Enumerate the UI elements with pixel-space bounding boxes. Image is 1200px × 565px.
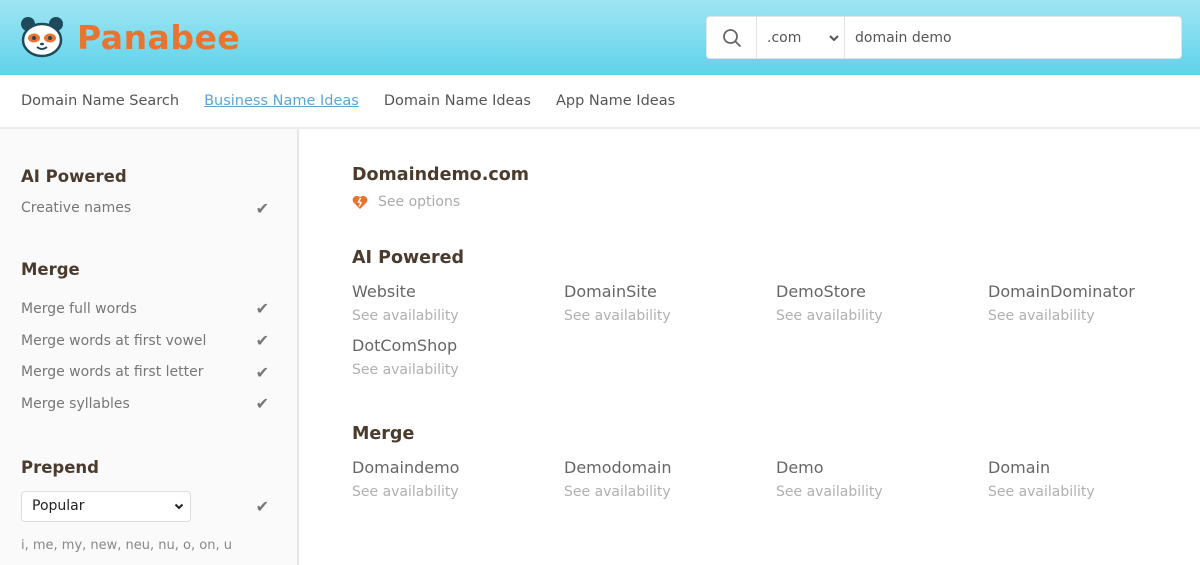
tab-domain-name-ideas[interactable]: Domain Name Ideas [384, 93, 531, 109]
tab-domain-name-search[interactable]: Domain Name Search [21, 93, 179, 109]
option-label: Merge full words [21, 300, 137, 317]
tld-value: .com [767, 29, 802, 46]
see-availability-link[interactable]: See availability [352, 484, 564, 500]
search-button[interactable] [707, 17, 757, 58]
option-label: Merge syllables [21, 395, 130, 412]
tab-business-name-ideas[interactable]: Business Name Ideas [204, 93, 359, 109]
name-card: Website See availability [352, 282, 564, 324]
name-text: DomainSite [564, 282, 657, 301]
check-icon: ✔ [255, 394, 269, 414]
name-card: Domain See availability [988, 458, 1200, 500]
panda-logo-icon [21, 17, 63, 58]
see-availability-link[interactable]: See availability [988, 484, 1200, 500]
name-text: Website [352, 282, 416, 301]
option-label: Creative names [21, 200, 132, 216]
search-bar: .com [706, 16, 1182, 59]
name-card: Demodomain See availability [564, 458, 776, 500]
see-availability-link[interactable]: See availability [564, 308, 776, 324]
see-options-label: See options [378, 194, 461, 210]
header: Panabee .com [0, 0, 1200, 75]
check-icon: ✔ [255, 299, 269, 319]
name-text: Domaindemo [352, 458, 460, 477]
name-text: DomainDominator [988, 282, 1135, 301]
see-availability-link[interactable]: See availability [352, 308, 564, 324]
name-text: DotComShop [352, 336, 458, 355]
domain-title: Domaindemo.com [352, 165, 529, 185]
name-card: DotComShop See availability [352, 336, 564, 378]
option-label: Merge words at first letter [21, 364, 204, 381]
see-availability-link[interactable]: See availability [776, 484, 988, 500]
prepend-check-icon[interactable]: ✔ [256, 497, 269, 516]
option-creative-names[interactable]: Creative names ✔ [21, 192, 297, 224]
see-availability-link[interactable]: See availability [988, 308, 1200, 324]
logo[interactable]: Panabee [20, 16, 240, 58]
ai-names-grid: Website See availability DomainSite See av… [352, 282, 1200, 378]
option-merge-syllables[interactable]: Merge syllables ✔ [21, 388, 297, 420]
option-merge-full-words[interactable]: Merge full words ✔ [21, 293, 297, 325]
section-heading-merge: Merge [352, 424, 415, 444]
option-merge-first-letter[interactable]: Merge words at first letter ✔ [21, 356, 297, 388]
name-card: DemoStore See availability [776, 282, 988, 324]
option-label: Merge words at first vowel [21, 332, 207, 349]
see-availability-link[interactable]: See availability [564, 484, 776, 500]
tab-app-name-ideas[interactable]: App Name Ideas [556, 93, 675, 109]
prepend-select-value: Popular [32, 498, 85, 515]
name-card: DomainDominator See availability [988, 282, 1200, 324]
see-options-link[interactable]: See options [352, 194, 1200, 210]
name-card: Demo See availability [776, 458, 988, 500]
brand-name: Panabee [77, 17, 241, 57]
name-card: DomainSite See availability [564, 282, 776, 324]
see-availability-link[interactable]: See availability [776, 308, 988, 324]
search-icon [722, 28, 741, 47]
option-merge-first-vowel[interactable]: Merge words at first vowel ✔ [21, 325, 297, 357]
search-input[interactable] [845, 17, 1181, 58]
tld-select[interactable]: .com [757, 17, 845, 58]
check-icon: ✔ [255, 331, 269, 351]
name-text: Demo [776, 458, 824, 477]
nav-tabs: Domain Name Search Business Name Ideas D… [0, 75, 1200, 129]
sidebar-heading-ai: AI Powered [21, 167, 127, 186]
prepend-select[interactable]: Popular [21, 490, 191, 522]
broken-heart-icon [352, 195, 368, 209]
see-availability-link[interactable]: See availability [352, 362, 564, 378]
check-icon: ✔ [255, 362, 269, 382]
chevron-down-icon [829, 34, 839, 41]
merge-names-grid: Domaindemo See availability Demodomain See… [352, 458, 1200, 500]
sidebar-heading-merge: Merge [21, 260, 80, 279]
name-text: DemoStore [776, 282, 866, 301]
filter-sidebar: AI Powered Creative names ✔ Merge Merge … [0, 129, 299, 565]
sidebar-heading-prepend: Prepend [21, 457, 99, 477]
name-text: Domain [988, 458, 1051, 477]
results-panel: Domaindemo.com See options AI Powered We… [299, 129, 1200, 565]
section-heading-ai: AI Powered [352, 248, 465, 268]
check-icon: ✔ [255, 198, 269, 218]
chevron-down-icon [174, 503, 184, 510]
prepend-words: i, me, my, new, neu, nu, o, on, u [21, 537, 232, 553]
name-text: Demodomain [564, 458, 672, 477]
name-card: Domaindemo See availability [352, 458, 564, 500]
